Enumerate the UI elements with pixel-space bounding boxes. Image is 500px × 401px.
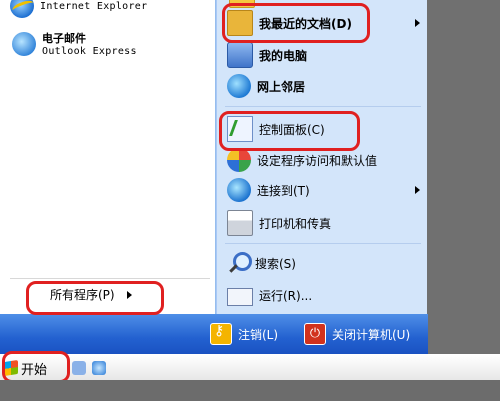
right-item-printers[interactable]: 打印机和传真 [227,210,331,236]
left-separator [10,278,210,279]
quicklaunch-ie-icon[interactable] [92,361,106,375]
run-icon [227,288,253,306]
my-computer-icon [227,42,253,68]
start-menu: Internet Explorer 电子邮件 Outlook Express 所… [0,0,428,354]
right-item-run[interactable]: 运行(R)... [227,284,312,306]
email-subtitle: Outlook Express [42,46,137,57]
connect-to-label: 连接到(T) [257,183,310,198]
right-item-search[interactable]: 搜索(S) [227,252,296,274]
shutdown-button[interactable]: ⏻ 关闭计算机(U) [304,323,410,345]
right-item-connect-to[interactable]: 连接到(T) [227,178,310,202]
chevron-right-icon [415,186,420,194]
power-icon: ⏻ [304,323,326,345]
right-item-my-computer[interactable]: 我的电脑 [227,42,307,68]
printers-label: 打印机和传真 [259,216,332,231]
taskbar: 开始 [0,354,500,381]
right-item-network[interactable]: 网上邻居 [227,74,305,98]
internet-explorer-icon [10,0,34,18]
right-separator [225,106,421,107]
network-label: 网上邻居 [257,79,306,94]
ie-label: Internet Explorer [40,0,148,12]
set-defaults-label: 设定程序访问和默认值 [257,153,378,168]
highlight-control-panel [219,111,360,151]
my-computer-label: 我的电脑 [259,48,308,63]
highlight-recent-documents [222,3,370,43]
highlight-all-programs [26,281,164,315]
right-separator-2 [225,243,421,244]
pinned-internet-explorer[interactable]: Internet Explorer [10,0,147,18]
desktop-bottom [0,380,500,401]
chevron-right-icon [415,19,420,27]
program-defaults-icon [227,148,251,172]
shutdown-label: 关闭计算机(U) [332,327,411,342]
logoff-button[interactable]: 注销(L) [210,323,278,345]
run-label: 运行(R)... [259,288,313,303]
outlook-express-icon [12,31,36,56]
right-item-set-defaults[interactable]: 设定程序访问和默认值 [227,148,377,172]
key-icon [210,323,232,345]
start-menu-bottom-bar: 注销(L) ⏻ 关闭计算机(U) [0,314,428,354]
search-label: 搜索(S) [255,256,296,271]
highlight-start-button [2,351,70,383]
start-menu-right-pane: 我最近的文档(D) 我的电脑 网上邻居 控制面板(C) 设定程序访问和默认值 连… [216,0,427,314]
search-icon [227,252,252,274]
desktop-band [430,0,500,355]
start-menu-left-pane: Internet Explorer 电子邮件 Outlook Express 所… [0,0,216,314]
logoff-label: 注销(L) [238,327,279,342]
pinned-email[interactable]: 电子邮件 Outlook Express [12,30,137,57]
printer-icon [227,210,253,236]
email-title: 电子邮件 [42,32,86,45]
connect-globe-icon [227,178,251,202]
quicklaunch-icon[interactable] [72,361,86,375]
network-places-icon [227,74,251,98]
